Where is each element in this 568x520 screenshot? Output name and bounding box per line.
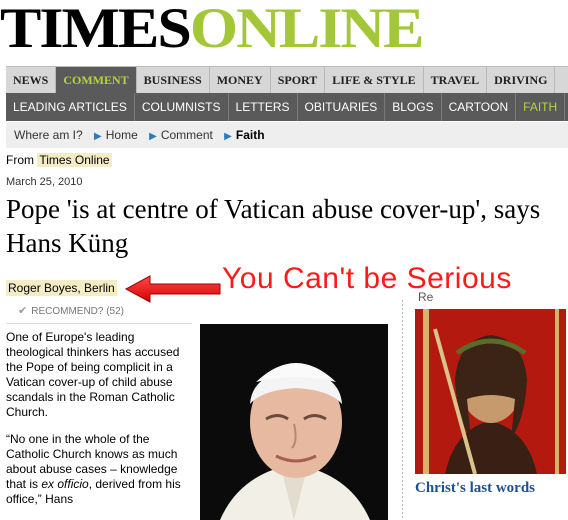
- red-arrow-icon: [124, 275, 221, 303]
- source-link[interactable]: Times Online: [37, 153, 112, 167]
- breadcrumb-current: Faith: [235, 128, 265, 142]
- breadcrumb: Where am I? ▶ Home ▶ Comment ▶ Faith: [6, 122, 568, 148]
- article-body: One of Europe's leading theological thin…: [6, 330, 192, 519]
- subnav-faith[interactable]: FAITH: [516, 93, 566, 121]
- subnav-blogs[interactable]: BLOGS: [385, 93, 442, 121]
- times-online-logo[interactable]: TIMESONLINE: [0, 0, 568, 62]
- subnav-letters[interactable]: LETTERS: [229, 93, 298, 121]
- nav-sport[interactable]: SPORT: [271, 67, 326, 93]
- nav-money[interactable]: MONEY: [210, 67, 271, 93]
- subnav-cartoon[interactable]: CARTOON: [442, 93, 517, 121]
- article-paragraph-1: One of Europe's leading theological thin…: [6, 330, 180, 419]
- nav-comment[interactable]: COMMENT: [56, 67, 137, 93]
- column-divider: [402, 300, 403, 520]
- check-icon: ✔: [18, 305, 28, 317]
- christ-illustration: [415, 309, 566, 474]
- pope-photo[interactable]: [200, 324, 388, 520]
- recommend-button[interactable]: ✔ RECOMMEND? (52): [18, 304, 124, 317]
- article-date: March 25, 2010: [6, 176, 83, 188]
- christ-painting-image[interactable]: [415, 309, 566, 474]
- breadcrumb-lead: Where am I?: [14, 128, 83, 142]
- article-paragraph-2: “No one in the whole of the Catholic Chu…: [6, 432, 192, 507]
- sidebar-label: Re: [418, 290, 434, 304]
- subnav-leading-articles[interactable]: LEADING ARTICLES: [6, 93, 135, 121]
- chevron-right-icon: ▶: [224, 131, 232, 142]
- nav-driving[interactable]: DRIVING: [487, 67, 556, 93]
- nav-travel[interactable]: TRAVEL: [424, 67, 488, 93]
- breadcrumb-home[interactable]: Home: [106, 122, 138, 148]
- logo-times: TIMES: [0, 0, 192, 60]
- para2-emphasis: ex officio: [41, 477, 89, 491]
- byline: Roger Boyes, Berlin: [6, 280, 117, 296]
- recommend-label: RECOMMEND? (52): [31, 306, 125, 317]
- article-source: From Times Online: [6, 153, 112, 167]
- overlay-caption: You Can't be Serious: [222, 262, 512, 295]
- breadcrumb-comment[interactable]: Comment: [161, 122, 213, 148]
- primary-nav: NEWS COMMENT BUSINESS MONEY SPORT LIFE &…: [6, 66, 568, 93]
- chevron-right-icon: ▶: [94, 131, 102, 142]
- article-headline: Pope 'is at centre of Vatican abuse cove…: [6, 194, 541, 258]
- subnav-obituaries[interactable]: OBITUARIES: [298, 93, 386, 121]
- from-label: From: [6, 153, 34, 167]
- nav-life-style[interactable]: LIFE & STYLE: [325, 67, 424, 93]
- subnav-columnists[interactable]: COLUMNISTS: [135, 93, 229, 121]
- nav-business[interactable]: BUSINESS: [137, 67, 210, 93]
- divider: [6, 323, 192, 324]
- sidebar-caption-link[interactable]: Christ's last words: [415, 480, 535, 497]
- logo-online: ONLINE: [189, 0, 425, 60]
- nav-news[interactable]: NEWS: [6, 67, 57, 93]
- pope-illustration: [200, 324, 388, 520]
- chevron-right-icon: ▶: [149, 131, 157, 142]
- secondary-nav: LEADING ARTICLES COLUMNISTS LETTERS OBIT…: [6, 93, 568, 121]
- byline-author[interactable]: Roger Boyes, Berlin: [6, 280, 117, 296]
